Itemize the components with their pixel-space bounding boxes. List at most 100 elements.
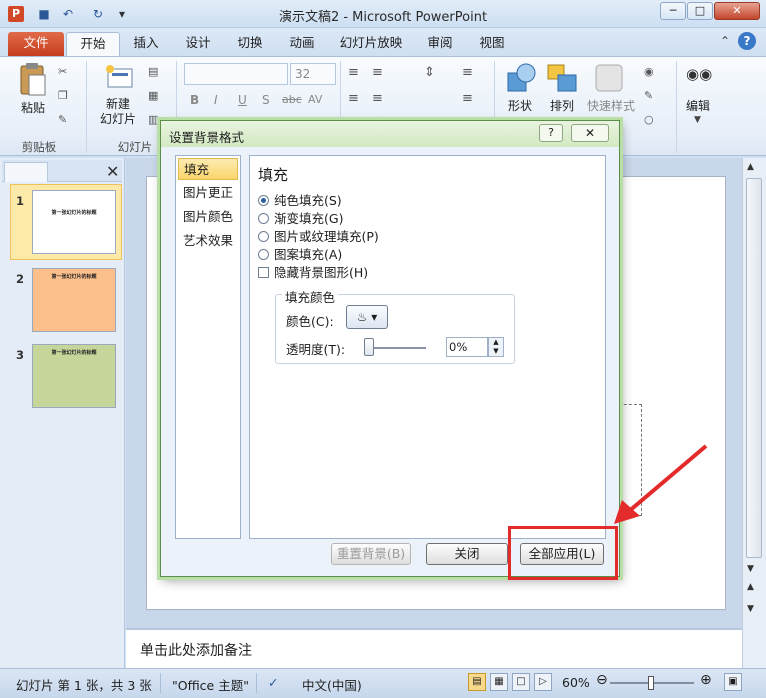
notes-pane[interactable]: 单击此处添加备注 xyxy=(126,628,742,668)
italic-icon[interactable]: I xyxy=(214,93,218,107)
tab-transitions[interactable]: 切换 xyxy=(228,32,272,56)
nav-item-artistic-effects[interactable]: 艺术效果 xyxy=(178,230,238,252)
scroll-down-icon[interactable]: ▼ xyxy=(747,564,754,574)
picture-fill-option[interactable]: 图片或纹理填充(P) xyxy=(258,226,379,245)
notes-scrollbar[interactable] xyxy=(742,628,766,668)
previous-slide-icon[interactable]: ▲ xyxy=(747,582,754,592)
find-icon[interactable]: ◉◉ xyxy=(686,65,712,83)
shape-fill-icon[interactable]: ◉ xyxy=(644,65,654,78)
tab-insert[interactable]: 插入 xyxy=(124,32,168,56)
nav-item-picture-corrections[interactable]: 图片更正 xyxy=(178,182,238,204)
tab-slides[interactable] xyxy=(4,162,48,182)
slide-thumbnail-1[interactable]: 第一张幻灯片的标题 xyxy=(32,190,116,254)
font-name-box[interactable] xyxy=(184,63,288,85)
dialog-close-icon[interactable]: ✕ xyxy=(571,124,609,142)
radio-selected-icon[interactable] xyxy=(258,195,269,206)
edit-dropdown-icon[interactable]: ▼ xyxy=(694,115,701,125)
hide-bg-graphics-label[interactable]: 隐藏背景图形(H) xyxy=(274,265,368,280)
tab-review[interactable]: 审阅 xyxy=(418,32,462,56)
tab-view[interactable]: 视图 xyxy=(470,32,514,56)
color-picker-button[interactable]: ♨ ▾ xyxy=(346,305,388,329)
minimize-ribbon-icon[interactable]: ⌃ xyxy=(720,34,730,48)
radio-icon[interactable] xyxy=(258,213,269,224)
zoom-level[interactable]: 60% xyxy=(562,675,590,690)
solid-fill-label[interactable]: 纯色填充(S) xyxy=(274,193,342,208)
section-icon[interactable]: ▥ xyxy=(148,113,158,126)
numbering-icon[interactable]: ≡ xyxy=(372,65,383,80)
scroll-up-icon[interactable]: ▲ xyxy=(747,162,754,172)
bold-icon[interactable]: B xyxy=(190,93,199,107)
next-slide-icon[interactable]: ▼ xyxy=(747,604,754,614)
line-spacing-icon[interactable]: ⇕ xyxy=(424,65,435,80)
notes-placeholder[interactable]: 单击此处添加备注 xyxy=(140,640,252,660)
shadow-icon[interactable]: S xyxy=(262,93,270,107)
help-icon[interactable]: ? xyxy=(738,32,756,50)
arrange-label[interactable]: 排列 xyxy=(544,97,580,114)
hide-bg-graphics-option[interactable]: 隐藏背景图形(H) xyxy=(258,262,368,281)
shape-outline-icon[interactable]: ✎ xyxy=(644,89,653,102)
format-painter-icon[interactable]: ✎ xyxy=(58,113,67,126)
quick-styles-icon[interactable] xyxy=(594,63,628,95)
tab-slideshow[interactable]: 幻灯片放映 xyxy=(336,32,406,56)
transparency-slider-thumb[interactable] xyxy=(364,338,374,356)
layout-icon[interactable]: ▤ xyxy=(148,65,158,78)
maximize-button[interactable]: □ xyxy=(687,2,713,20)
fit-to-window-icon[interactable]: ▣ xyxy=(724,673,742,691)
nav-item-fill[interactable]: 填充 xyxy=(178,158,238,180)
transparency-spinner[interactable]: ▲ ▼ xyxy=(488,337,504,357)
scroll-thumb[interactable] xyxy=(746,178,762,558)
new-slide-icon[interactable] xyxy=(104,63,134,91)
tab-file[interactable]: 文件 xyxy=(8,32,64,56)
edit-label[interactable]: 编辑 xyxy=(680,97,716,114)
cut-icon[interactable]: ✂ xyxy=(58,65,67,78)
radio-icon[interactable] xyxy=(258,249,269,260)
font-size-box[interactable]: 32 xyxy=(290,63,336,85)
strikethrough-icon[interactable]: abc xyxy=(282,93,302,106)
close-button[interactable]: 关闭 xyxy=(426,543,508,565)
zoom-out-icon[interactable]: ⊖ xyxy=(596,672,608,688)
shapes-icon[interactable] xyxy=(504,63,538,95)
bullets-icon[interactable]: ≡ xyxy=(348,65,359,80)
shapes-label[interactable]: 形状 xyxy=(502,97,538,114)
shape-effects-icon[interactable]: ○ xyxy=(644,113,654,126)
tab-outline[interactable] xyxy=(52,162,96,182)
slideshow-view-icon[interactable]: ▷ xyxy=(534,673,552,691)
pattern-fill-label[interactable]: 图案填充(A) xyxy=(274,247,342,262)
zoom-in-icon[interactable]: ⊕ xyxy=(700,672,712,688)
copy-icon[interactable]: ❐ xyxy=(58,89,68,102)
transparency-input[interactable]: 0% xyxy=(446,337,488,357)
reset-slide-icon[interactable]: ▦ xyxy=(148,89,158,102)
quick-styles-label[interactable]: 快速样式 xyxy=(584,97,638,114)
paste-label[interactable]: 粘贴 xyxy=(16,99,50,116)
tab-home[interactable]: 开始 xyxy=(66,32,120,56)
solid-fill-option[interactable]: 纯色填充(S) xyxy=(258,190,342,209)
gradient-fill-label[interactable]: 渐变填充(G) xyxy=(274,211,343,226)
tab-design[interactable]: 设计 xyxy=(176,32,220,56)
dialog-titlebar[interactable]: 设置背景格式 ? ✕ xyxy=(161,121,619,147)
underline-icon[interactable]: U xyxy=(238,93,247,107)
normal-view-icon[interactable]: ▤ xyxy=(468,673,486,691)
picture-fill-label[interactable]: 图片或纹理填充(P) xyxy=(274,229,379,244)
panel-close-icon[interactable]: ✕ xyxy=(106,162,119,181)
vertical-scrollbar[interactable]: ▲ ▼ ▲ ▼ xyxy=(742,158,766,628)
minimize-button[interactable]: ─ xyxy=(660,2,686,20)
nav-item-picture-color[interactable]: 图片颜色 xyxy=(178,206,238,228)
slide-thumbnail-3[interactable]: 第一张幻灯片的标题 xyxy=(32,344,116,408)
text-direction-icon[interactable]: ≡ xyxy=(462,65,473,80)
slide-sorter-icon[interactable]: ▦ xyxy=(490,673,508,691)
checkbox-icon[interactable] xyxy=(258,267,269,278)
align-center-icon[interactable]: ≡ xyxy=(372,91,383,106)
align-text-icon[interactable]: ≡ xyxy=(462,91,473,106)
paste-icon[interactable] xyxy=(18,63,48,97)
arrange-icon[interactable] xyxy=(546,63,580,95)
radio-icon[interactable] xyxy=(258,231,269,242)
dialog-help-button[interactable]: ? xyxy=(539,124,563,142)
language-indicator[interactable]: 中文(中国) xyxy=(302,675,362,694)
window-close-button[interactable]: ✕ xyxy=(714,2,760,20)
zoom-slider-thumb[interactable] xyxy=(648,676,654,690)
align-left-icon[interactable]: ≡ xyxy=(348,91,359,106)
reset-background-button[interactable]: 重置背景(B) xyxy=(331,543,411,565)
char-spacing-icon[interactable]: AV xyxy=(308,93,322,106)
reading-view-icon[interactable]: □ xyxy=(512,673,530,691)
slide-thumbnail-2[interactable]: 第一张幻灯片的标题 xyxy=(32,268,116,332)
